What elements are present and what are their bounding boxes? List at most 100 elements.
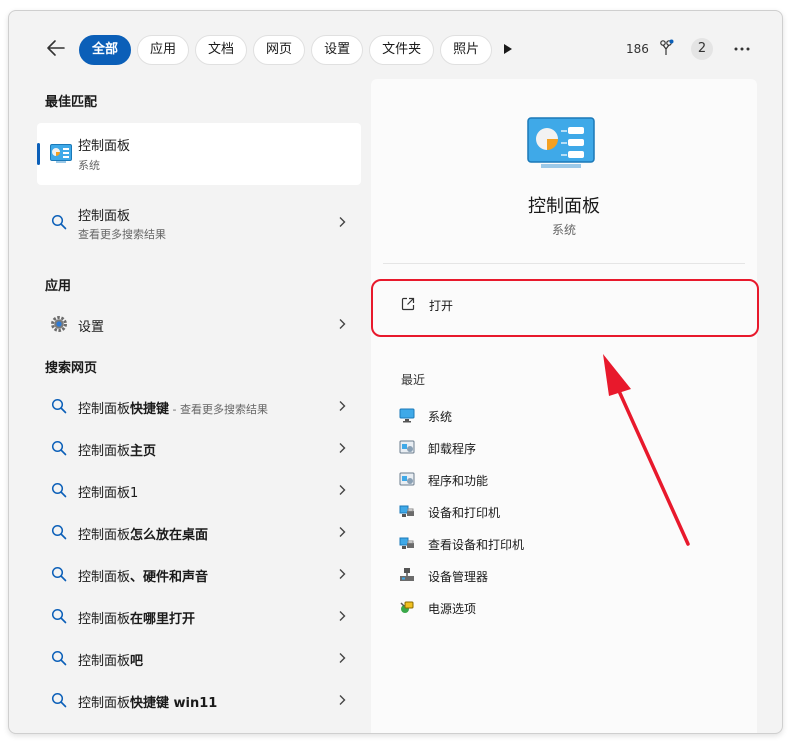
control-panel-large-icon [527, 117, 595, 168]
suggestion-bold: 主页 [130, 444, 157, 459]
suggestion-prefix: 控制面板 [78, 402, 131, 417]
web-suggestion-item[interactable]: 控制面板快捷键 win11 [37, 681, 361, 719]
top-bar: 全部 应用 文档 网页 设置 文件夹 照片 186 2 [9, 11, 782, 71]
filter-tabs: 全部 应用 文档 网页 设置 文件夹 照片 [79, 35, 493, 65]
search-icon [51, 482, 67, 498]
suggestion-bold: 快捷键 [130, 402, 170, 417]
search-icon [51, 524, 67, 540]
search-icon [51, 398, 67, 414]
suggestion-label: 控制面板、硬件和声音 [78, 566, 208, 585]
best-match-item[interactable]: 控制面板 系统 [37, 123, 361, 185]
chevron-right-icon [339, 319, 346, 329]
search-icon [51, 692, 67, 708]
best-match-type: 系统 [78, 159, 100, 172]
selection-indicator [37, 143, 40, 165]
gear-icon [51, 316, 67, 332]
web-more-results-item[interactable]: 控制面板 查看更多搜索结果 [37, 199, 361, 245]
chevron-right-icon [339, 443, 346, 453]
tab-settings[interactable]: 设置 [311, 35, 364, 65]
printer-icon [399, 537, 414, 549]
chevron-right-icon [339, 485, 346, 495]
best-match-name: 控制面板 [78, 139, 131, 154]
suggestion-bold: 在哪里打开 [130, 612, 196, 627]
tab-apps[interactable]: 应用 [137, 35, 190, 65]
tab-web[interactable]: 网页 [253, 35, 306, 65]
chevron-right-icon [339, 401, 346, 411]
search-window: 全部 应用 文档 网页 设置 文件夹 照片 186 2 最佳匹配 控制面板 系统… [8, 10, 783, 734]
recent-item-label: 设备管理器 [428, 570, 489, 584]
chevron-right-icon [339, 611, 346, 621]
search-icon [51, 650, 67, 666]
avatar[interactable]: 2 [691, 38, 713, 60]
control-panel-icon [50, 144, 72, 163]
suggestion-bold: 快捷键 win11 [130, 696, 218, 711]
recent-item-label: 查看设备和打印机 [428, 538, 525, 552]
suggestion-label: 控制面板1 [78, 482, 138, 501]
web-suggestion-item[interactable]: 控制面板主页 [37, 429, 361, 467]
programs-icon [399, 472, 415, 486]
suggestion-suffix: - 查看更多搜索结果 [169, 403, 268, 416]
tab-all[interactable]: 全部 [79, 35, 132, 65]
detail-app-type: 系统 [551, 223, 576, 237]
recent-item-label: 设备和打印机 [428, 506, 501, 520]
recent-item-label: 程序和功能 [428, 474, 489, 488]
divider [383, 263, 745, 264]
suggestion-prefix: 控制面板 [78, 528, 131, 543]
suggestion-bold: 、硬件和声音 [130, 570, 209, 585]
recent-title: 最近 [401, 373, 426, 387]
results-list: 最佳匹配 控制面板 系统 控制面板 查看更多搜索结果 应用 设置 搜索网页 控制… [9, 81, 361, 731]
web-suggestion-item[interactable]: 控制面板吧 [37, 639, 361, 677]
more-tabs-play-icon[interactable] [501, 42, 515, 56]
section-apps: 应用 [45, 279, 72, 294]
suggestion-prefix: 控制面板 [78, 612, 131, 627]
settings-app-item[interactable]: 设置 [37, 305, 361, 343]
chevron-right-icon [339, 217, 346, 227]
suggestion-label: 控制面板怎么放在桌面 [78, 524, 208, 543]
suggestion-prefix: 控制面板 [78, 696, 131, 711]
web-suggestion-item[interactable]: 控制面板在哪里打开 [37, 597, 361, 635]
web-suggestion-item[interactable]: 控制面板1 [37, 471, 361, 509]
rewards-trophy-icon[interactable] [657, 39, 675, 57]
annotation-arrow [603, 354, 690, 546]
printer-icon [399, 505, 414, 517]
power-options-icon [400, 601, 414, 613]
web-suggestion-item[interactable]: 控制面板快捷键 - 查看更多搜索结果 [37, 387, 361, 425]
recent-item[interactable]: 设备管理器 [399, 565, 699, 587]
search-icon [51, 608, 67, 624]
recent-item[interactable]: 电源选项 [399, 597, 699, 619]
recent-item-label: 系统 [428, 410, 453, 424]
chevron-right-icon [339, 569, 346, 579]
tab-documents[interactable]: 文档 [195, 35, 248, 65]
suggestion-label: 控制面板快捷键 - 查看更多搜索结果 [78, 398, 268, 417]
suggestion-prefix: 控制面板 [78, 570, 131, 585]
back-arrow-icon[interactable] [45, 37, 67, 59]
list-item-sublabel: 查看更多搜索结果 [78, 228, 166, 241]
tab-folders[interactable]: 文件夹 [369, 35, 435, 65]
suggestion-prefix: 控制面板1 [78, 486, 139, 501]
web-suggestion-item[interactable]: 控制面板怎么放在桌面 [37, 513, 361, 551]
chevron-right-icon [339, 653, 346, 663]
more-options-icon[interactable] [733, 41, 751, 57]
device-manager-icon [400, 568, 414, 581]
monitor-icon [399, 408, 415, 423]
recent-item-label: 电源选项 [428, 602, 477, 616]
detail-app-name: 控制面板 [528, 196, 600, 217]
suggestion-prefix: 控制面板 [78, 444, 131, 459]
search-icon [51, 214, 67, 230]
list-item-label: 设置 [78, 320, 105, 335]
section-web-search: 搜索网页 [45, 361, 98, 376]
list-item-label: 控制面板 [78, 209, 131, 224]
suggestion-bold: 吧 [130, 654, 144, 669]
tab-photos[interactable]: 照片 [440, 35, 493, 65]
rewards-points: 186 [626, 42, 649, 56]
programs-icon [399, 440, 415, 454]
chevron-right-icon [339, 695, 346, 705]
suggestion-label: 控制面板主页 [78, 440, 156, 459]
detail-pane: 控制面板 系统 打开 最近 系统 卸载程序 程序和功能 设备和打印机 查看设备和打印机设… [371, 79, 759, 733]
annotation-highlight-box [371, 279, 759, 337]
recent-item-label: 卸载程序 [428, 442, 477, 456]
search-icon [51, 440, 67, 456]
web-suggestion-item[interactable]: 控制面板、硬件和声音 [37, 555, 361, 593]
suggestion-bold: 怎么放在桌面 [130, 528, 209, 543]
suggestion-label: 控制面板快捷键 win11 [78, 692, 217, 711]
